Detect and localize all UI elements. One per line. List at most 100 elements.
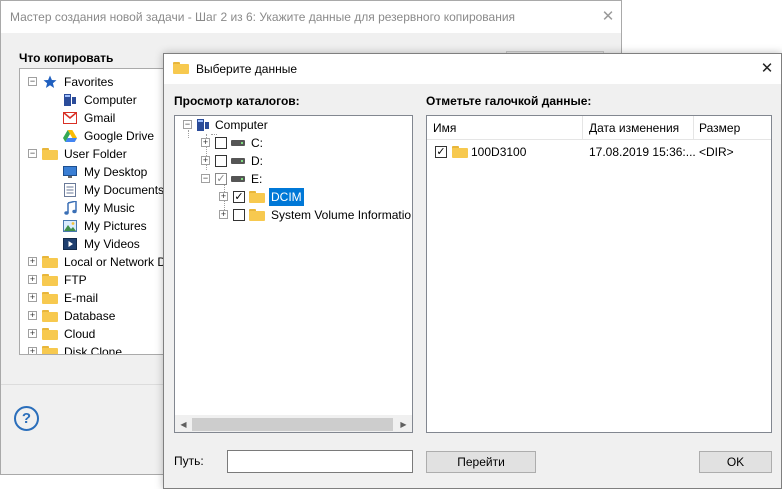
collapse-icon[interactable]: −: [28, 77, 37, 86]
source-tree-item-ftp[interactable]: + FTP: [20, 271, 168, 289]
horizontal-scrollbar[interactable]: ◀ ▶: [175, 415, 412, 432]
dialog-title: Выберите данные: [196, 62, 298, 76]
expand-icon[interactable]: +: [201, 138, 210, 147]
source-tree-item-e-mail[interactable]: + E-mail: [20, 289, 168, 307]
videos-icon: [62, 237, 78, 251]
google-drive-icon: [62, 129, 78, 143]
expand-icon[interactable]: +: [28, 275, 37, 284]
folder-icon: [42, 148, 58, 160]
file-row[interactable]: ✓ 100D3100 17.08.2019 15:36:... <DIR>: [427, 142, 771, 162]
source-tree-label: Disk Clone: [64, 345, 123, 355]
drive-icon: [231, 158, 245, 164]
scroll-right-icon[interactable]: ▶: [395, 416, 412, 432]
drive-c-checkbox[interactable]: [215, 137, 227, 149]
source-tree-item-disk-clone[interactable]: + Disk Clone: [20, 343, 168, 355]
computer-icon: [62, 93, 78, 107]
expand-icon[interactable]: +: [28, 329, 37, 338]
scrollbar-thumb[interactable]: [192, 418, 393, 431]
tree-item-dcim[interactable]: + ✓ DCIM: [175, 188, 412, 206]
source-tree-item-computer[interactable]: Computer: [20, 91, 168, 109]
folder-icon: [452, 146, 468, 158]
wizard-title: Мастер создания новой задачи - Шаг 2 из …: [10, 10, 516, 24]
source-tree-label: Favorites: [64, 75, 114, 89]
tree-item-drive-c[interactable]: + C:: [175, 134, 412, 152]
column-header-modified[interactable]: Дата изменения: [583, 116, 693, 140]
expand-icon[interactable]: +: [28, 257, 37, 266]
tree-item-drive-e[interactable]: − ✓ E:: [175, 170, 412, 188]
tree-item-drive-d[interactable]: + D:: [175, 152, 412, 170]
source-tree[interactable]: − Favorites Computer Gmail Google Drive − User…: [19, 68, 169, 355]
file-list[interactable]: Имя Дата изменения Размер ✓ 100D3100 17.…: [426, 115, 772, 433]
source-tree-item-google-drive[interactable]: Google Drive: [20, 127, 168, 145]
folder-icon: [173, 62, 189, 74]
browse-directories-label: Просмотр каталогов:: [174, 94, 300, 108]
drive-icon: [231, 176, 245, 182]
tree-item-label: System Volume Informatio: [271, 208, 412, 222]
drive-e-checkbox[interactable]: ✓: [215, 173, 227, 185]
source-tree-item-cloud[interactable]: + Cloud: [20, 325, 168, 343]
music-icon: [62, 201, 78, 215]
folder-icon: [42, 274, 58, 286]
select-data-dialog: Выберите данные ✕ Просмотр каталогов: От…: [163, 53, 782, 489]
wizard-titlebar: Мастер создания новой задачи - Шаг 2 из …: [1, 1, 621, 33]
tree-item-system-volume[interactable]: + System Volume Informatio: [175, 206, 412, 224]
ok-button[interactable]: OK: [699, 451, 772, 473]
source-tree-item-my-pictures[interactable]: My Pictures: [20, 217, 168, 235]
expand-icon[interactable]: +: [201, 156, 210, 165]
source-tree-label: E-mail: [64, 291, 99, 305]
dialog-close-button[interactable]: ✕: [754, 57, 780, 81]
drive-d-checkbox[interactable]: [215, 155, 227, 167]
collapse-icon[interactable]: −: [183, 120, 192, 129]
what-to-copy-label: Что копировать: [19, 51, 114, 65]
source-tree-item-my-documents[interactable]: My Documents: [20, 181, 168, 199]
expand-icon[interactable]: +: [219, 210, 228, 219]
source-tree-label: Gmail: [84, 111, 116, 125]
source-tree-item-user-folder[interactable]: − User Folder: [20, 145, 168, 163]
tree-item-label: DCIM: [269, 188, 304, 206]
dialog-titlebar: Выберите данные ✕: [164, 54, 781, 84]
source-tree-item-my-videos[interactable]: My Videos: [20, 235, 168, 253]
source-tree-item-favorites[interactable]: − Favorites: [20, 73, 168, 91]
source-tree-item-database[interactable]: + Database: [20, 307, 168, 325]
source-tree-item-gmail[interactable]: Gmail: [20, 109, 168, 127]
collapse-icon[interactable]: −: [28, 149, 37, 158]
expand-icon[interactable]: +: [28, 293, 37, 302]
folder-icon: [42, 346, 58, 354]
expand-icon[interactable]: +: [28, 347, 37, 354]
file-size: <DIR>: [699, 145, 734, 159]
gmail-icon: [62, 111, 78, 125]
file-row-checkbox[interactable]: ✓: [435, 146, 447, 158]
tree-item-computer[interactable]: − Computer: [175, 116, 412, 134]
expand-icon[interactable]: +: [28, 311, 37, 320]
wizard-close-button[interactable]: ✕: [595, 5, 621, 29]
source-tree-item-local-or-network-d[interactable]: + Local or Network D: [20, 253, 168, 271]
pictures-icon: [62, 219, 78, 233]
directory-tree[interactable]: − Computer + C: + D: − ✓ E: + ✓ DCIM + S…: [174, 115, 413, 433]
source-tree-label: Computer: [84, 93, 137, 107]
source-tree-item-my-music[interactable]: My Music: [20, 199, 168, 217]
source-tree-label: My Desktop: [84, 165, 148, 179]
check-data-label: Отметьте галочкой данные:: [426, 94, 592, 108]
file-modified: 17.08.2019 15:36:...: [589, 145, 696, 159]
column-header-size[interactable]: Размер: [693, 116, 771, 140]
file-list-header: Имя Дата изменения Размер: [427, 116, 771, 140]
path-label: Путь:: [174, 454, 204, 468]
collapse-icon[interactable]: −: [201, 174, 210, 183]
column-header-name[interactable]: Имя: [427, 116, 583, 140]
source-tree-item-my-desktop[interactable]: My Desktop: [20, 163, 168, 181]
folder-icon: [42, 310, 58, 322]
source-tree-label: My Videos: [84, 237, 140, 251]
star-icon: [42, 75, 58, 89]
path-input[interactable]: [227, 450, 413, 473]
expand-icon[interactable]: +: [219, 192, 228, 201]
dcim-checkbox[interactable]: ✓: [233, 191, 245, 203]
folder-icon: [249, 209, 265, 221]
help-icon[interactable]: ?: [14, 406, 39, 431]
source-tree-label: Local or Network D: [64, 255, 167, 269]
source-tree-label: FTP: [64, 273, 87, 287]
go-button[interactable]: Перейти: [426, 451, 536, 473]
source-tree-label: My Music: [84, 201, 135, 215]
scroll-left-icon[interactable]: ◀: [175, 416, 192, 432]
system-volume-checkbox[interactable]: [233, 209, 245, 221]
folder-icon: [249, 191, 265, 203]
